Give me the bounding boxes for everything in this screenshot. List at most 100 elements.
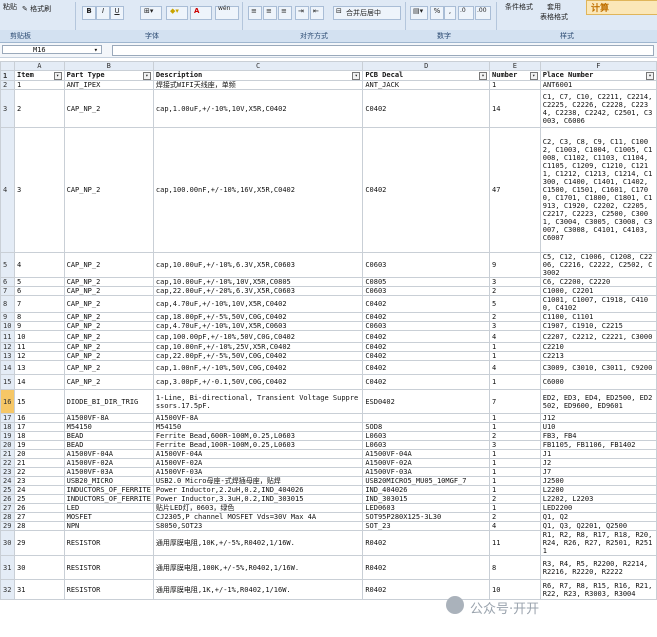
phonetic-button[interactable]: wén: [215, 5, 239, 20]
pcb-decal-cell[interactable]: C0402: [362, 342, 491, 352]
number-cell[interactable]: 1: [489, 374, 541, 390]
number-cell[interactable]: 2: [489, 512, 541, 522]
header-cell[interactable]: Place Number ▾: [539, 70, 657, 81]
pcb-decal-cell[interactable]: C0402: [362, 330, 491, 343]
item-cell[interactable]: 18: [13, 431, 65, 441]
column-header[interactable]: C: [152, 61, 364, 71]
description-cell[interactable]: 通用厚膜电阻,100K,+/-5%,R0402,1/16W.: [152, 555, 364, 580]
place-number-cell[interactable]: C2210: [539, 342, 657, 352]
part-type-cell[interactable]: CAP_NP_2: [63, 360, 154, 375]
pcb-decal-cell[interactable]: LED0603: [362, 503, 491, 513]
decrease-decimal-button[interactable]: .00: [475, 6, 491, 20]
place-number-cell[interactable]: C6, C2200, C2220: [539, 277, 657, 287]
place-number-cell[interactable]: C3009, C3010, C3011, C9200: [539, 360, 657, 375]
number-cell[interactable]: 1: [489, 458, 541, 468]
part-type-cell[interactable]: ANT_IPEX: [63, 80, 154, 90]
number-cell[interactable]: 5: [489, 295, 541, 313]
align-center-button[interactable]: ≡: [263, 6, 277, 20]
row-number[interactable]: 28: [0, 512, 15, 522]
number-cell[interactable]: 1: [489, 342, 541, 352]
part-type-cell[interactable]: CAP_NP_2: [63, 312, 154, 322]
item-cell[interactable]: 25: [13, 494, 65, 504]
row-number[interactable]: 2: [0, 80, 15, 90]
place-number-cell[interactable]: R1, R2, R8, R17, R18, R20, R24, R26, R27…: [539, 530, 657, 556]
place-number-cell[interactable]: R3, R4, R5, R2200, R2214, R2216, R2220, …: [539, 555, 657, 580]
place-number-cell[interactable]: L2202, L2203: [539, 494, 657, 504]
description-cell[interactable]: cap,1.00uF,+/-10%,10V,X5R,C0402: [152, 89, 364, 128]
description-cell[interactable]: cap,10.00uF,+/-10%,10V,X5R,C0805: [152, 277, 364, 287]
item-cell[interactable]: 28: [13, 521, 65, 531]
place-number-cell[interactable]: ED2, ED3, ED4, ED2500, ED2502, ED9600, E…: [539, 389, 657, 414]
number-cell[interactable]: 7: [489, 389, 541, 414]
description-cell[interactable]: cap,4.70uF,+/-10%,10V,X5R,C0402: [152, 295, 364, 313]
row-number[interactable]: 8: [0, 295, 15, 313]
item-cell[interactable]: 3: [13, 127, 65, 253]
place-number-cell[interactable]: C5, C12, C1006, C1208, C2206, C2216, C22…: [539, 252, 657, 278]
align-left-button[interactable]: ≡: [248, 6, 262, 20]
item-cell[interactable]: 2: [13, 89, 65, 128]
number-cell[interactable]: 2: [489, 431, 541, 441]
place-number-cell[interactable]: C2213: [539, 351, 657, 361]
pcb-decal-cell[interactable]: C0603: [362, 286, 491, 296]
number-cell[interactable]: 8: [489, 555, 541, 580]
number-cell[interactable]: 3: [489, 321, 541, 331]
description-cell[interactable]: cap,3.00pF,+/-0.1,50V,C0G,C0402: [152, 374, 364, 390]
bold-button[interactable]: B: [82, 6, 96, 20]
part-type-cell[interactable]: NPN: [63, 521, 154, 531]
name-box[interactable]: M16 ▾: [2, 45, 102, 54]
filter-dropdown-icon[interactable]: ▾: [646, 72, 654, 80]
item-cell[interactable]: 10: [13, 330, 65, 343]
row-number[interactable]: 31: [0, 555, 15, 580]
description-cell[interactable]: 通用厚膜电阻,1K,+/-1%,R0402,1/16W.: [152, 579, 364, 600]
item-cell[interactable]: 30: [13, 555, 65, 580]
description-cell[interactable]: 1-Line, Bi-directional, Transient Voltag…: [152, 389, 364, 414]
place-number-cell[interactable]: C6000: [539, 374, 657, 390]
part-type-cell[interactable]: A1500VF-04A: [63, 449, 154, 459]
row-number[interactable]: 32: [0, 579, 15, 600]
description-cell[interactable]: cap,18.00pF,+/-5%,50V,C0G,C0402: [152, 312, 364, 322]
pcb-decal-cell[interactable]: C0402: [362, 351, 491, 361]
pcb-decal-cell[interactable]: SOD8: [362, 422, 491, 432]
formula-input[interactable]: [112, 45, 654, 56]
chevron-down-icon[interactable]: ▾: [94, 46, 98, 55]
part-type-cell[interactable]: A1500VF-03A: [63, 467, 154, 477]
increase-decimal-button[interactable]: .0: [458, 6, 474, 20]
number-cell[interactable]: 1: [489, 476, 541, 486]
item-cell[interactable]: 5: [13, 277, 65, 287]
place-number-cell[interactable]: Q1, Q2: [539, 512, 657, 522]
number-cell[interactable]: 10: [489, 579, 541, 600]
number-cell[interactable]: 4: [489, 330, 541, 343]
pcb-decal-cell[interactable]: A1500VF-03A: [362, 467, 491, 477]
pcb-decal-cell[interactable]: ANT_JACK: [362, 80, 491, 90]
part-type-cell[interactable]: BEAD: [63, 440, 154, 450]
row-number[interactable]: 15: [0, 374, 15, 390]
description-cell[interactable]: Power Inductor,2.2uH,0.2,IND_404026: [152, 485, 364, 495]
place-number-cell[interactable]: C2, C3, C8, C9, C11, C1002, C1003, C1004…: [539, 127, 657, 253]
part-type-cell[interactable]: RESISTOR: [63, 530, 154, 556]
pcb-decal-cell[interactable]: C0603: [362, 321, 491, 331]
number-cell[interactable]: 1: [489, 80, 541, 90]
indent-button[interactable]: ⇥: [295, 6, 309, 20]
pcb-decal-cell[interactable]: C0402: [362, 374, 491, 390]
calc-cell-style[interactable]: 计算: [586, 0, 657, 15]
filter-dropdown-icon[interactable]: ▾: [53, 72, 62, 80]
place-number-cell[interactable]: C1, C7, C10, C2211, C2214, C2225, C2226,…: [539, 89, 657, 128]
place-number-cell[interactable]: LED2200: [539, 503, 657, 513]
place-number-cell[interactable]: J1: [539, 449, 657, 459]
row-number[interactable]: 30: [0, 530, 15, 556]
row-number[interactable]: 14: [0, 360, 15, 375]
description-cell[interactable]: cap,4.70uF,+/-10%,10V,X5R,C0603: [152, 321, 364, 331]
number-cell[interactable]: 3: [489, 277, 541, 287]
place-number-cell[interactable]: C1000, C2201: [539, 286, 657, 296]
pcb-decal-cell[interactable]: L0603: [362, 431, 491, 441]
item-cell[interactable]: 7: [13, 295, 65, 313]
pcb-decal-cell[interactable]: IND_404026: [362, 485, 491, 495]
description-cell[interactable]: S8050,SOT23: [152, 521, 364, 531]
part-type-cell[interactable]: BEAD: [63, 431, 154, 441]
place-number-cell[interactable]: Q1, Q3, Q2201, Q2500: [539, 521, 657, 531]
filter-dropdown-icon[interactable]: ▾: [479, 72, 488, 80]
part-type-cell[interactable]: A1500VF-8A: [63, 413, 154, 423]
part-type-cell[interactable]: CAP_NP_2: [63, 295, 154, 313]
item-cell[interactable]: 23: [13, 476, 65, 486]
part-type-cell[interactable]: CAP_NP_2: [63, 330, 154, 343]
